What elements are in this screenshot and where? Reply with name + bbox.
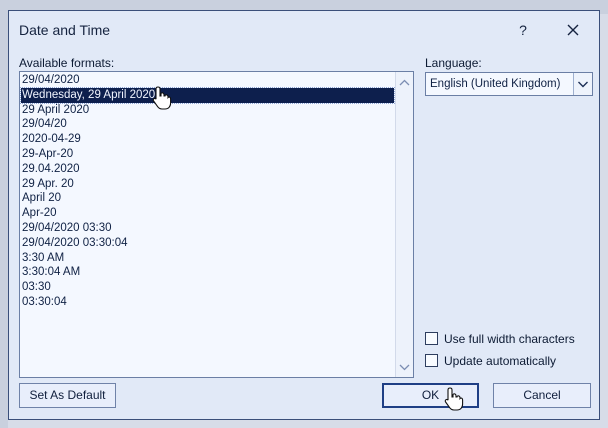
- scroll-up-button[interactable]: [398, 76, 411, 90]
- format-list-item[interactable]: 29/04/2020 03:30:04: [21, 236, 394, 251]
- full-width-checkbox[interactable]: [425, 332, 438, 345]
- format-list-item[interactable]: 2020-04-29: [21, 132, 394, 147]
- format-list-item[interactable]: Apr-20: [21, 206, 394, 221]
- format-list-item[interactable]: Wednesday, 29 April 2020: [20, 86, 395, 104]
- formats-list: 29/04/2020 Wednesday, 29 April 2020 29 Apr…: [20, 73, 395, 310]
- close-button[interactable]: [562, 19, 584, 41]
- format-list-item[interactable]: 3:30 AM: [21, 251, 394, 266]
- chevron-down-icon: [399, 364, 410, 371]
- format-list-item[interactable]: 29 Apr. 20: [21, 177, 394, 192]
- language-value: English (United Kingdom): [430, 78, 561, 90]
- available-formats-label: Available formats:: [19, 56, 115, 70]
- set-as-default-button[interactable]: Set As Default: [19, 383, 116, 408]
- format-list-item[interactable]: 3:30:04 AM: [21, 265, 394, 280]
- format-list-item[interactable]: 03:30:04: [21, 295, 394, 310]
- formats-listbox[interactable]: 29/04/2020 Wednesday, 29 April 2020 29 Apr…: [19, 71, 414, 378]
- scroll-down-button[interactable]: [398, 360, 411, 374]
- format-list-item[interactable]: 29/04/2020: [21, 73, 394, 88]
- cancel-button[interactable]: Cancel: [493, 383, 591, 408]
- date-time-dialog: Date and Time ? Available formats: Langu…: [8, 10, 600, 420]
- close-icon: [567, 24, 579, 36]
- language-dropdown-button[interactable]: [573, 73, 592, 95]
- format-list-item[interactable]: 29.04.2020: [21, 162, 394, 177]
- format-list-item[interactable]: 29 April 2020: [21, 103, 394, 118]
- format-list-item[interactable]: 29/04/20: [21, 117, 394, 132]
- chevron-up-icon: [399, 79, 410, 86]
- title-bar: Date and Time ?: [9, 11, 599, 47]
- dialog-title: Date and Time: [19, 22, 111, 38]
- background-window-edge: [0, 0, 8, 428]
- format-list-item[interactable]: 03:30: [21, 280, 394, 295]
- help-button[interactable]: ?: [512, 19, 534, 41]
- language-label: Language:: [425, 56, 482, 70]
- update-automatically-checkbox[interactable]: [425, 354, 438, 367]
- full-width-label: Use full width characters: [444, 332, 575, 346]
- format-list-item[interactable]: April 20: [21, 191, 394, 206]
- language-dropdown[interactable]: English (United Kingdom): [425, 72, 593, 96]
- ok-button[interactable]: OK: [382, 383, 479, 408]
- chevron-down-icon: [578, 81, 588, 88]
- formats-scrollbar[interactable]: [395, 72, 413, 377]
- update-automatically-label: Update automatically: [444, 354, 557, 368]
- format-list-item[interactable]: 29-Apr-20: [21, 147, 394, 162]
- format-list-item[interactable]: 29/04/2020 03:30: [21, 221, 394, 236]
